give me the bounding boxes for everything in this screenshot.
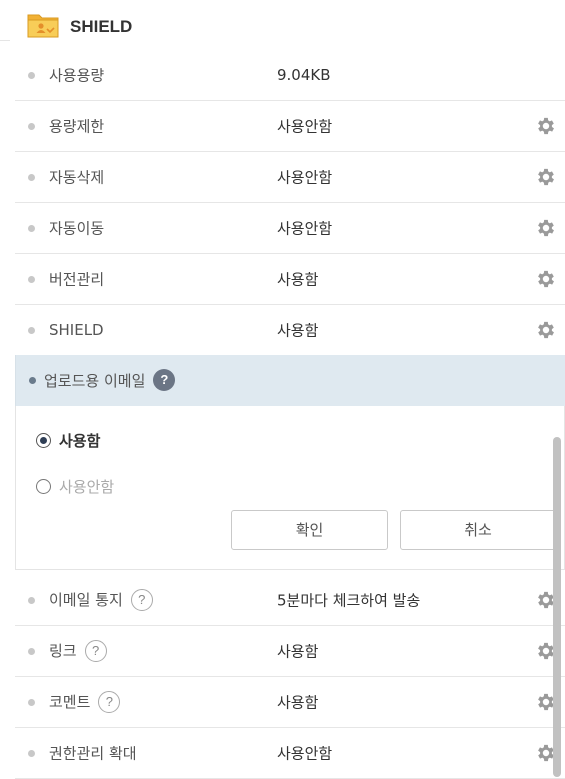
bullet-dot	[28, 71, 35, 79]
top-row-4: 버전관리 사용함	[15, 253, 565, 305]
setting-label: 링크?	[49, 639, 107, 662]
radio-unselected-icon[interactable]	[36, 479, 51, 494]
setting-value: 사용안함	[277, 744, 333, 762]
setting-value: 사용안함	[277, 117, 333, 135]
setting-label-text: 자동이동	[49, 219, 105, 237]
setting-label-text: 사용용량	[49, 66, 105, 84]
gear-icon[interactable]	[535, 268, 557, 290]
setting-value: 사용함	[277, 270, 319, 288]
radio-not-use[interactable]: 사용안함	[36, 476, 114, 497]
confirm-button[interactable]: 확인	[231, 510, 388, 550]
folder-user-icon	[27, 14, 59, 38]
top-row-0: 사용용량 9.04KB	[15, 49, 565, 101]
bullet-dot	[28, 275, 35, 283]
help-icon[interactable]: ?	[84, 639, 107, 662]
help-icon[interactable]: ?	[130, 588, 153, 611]
gear-icon[interactable]	[535, 166, 557, 188]
setting-label: SHIELD	[49, 321, 104, 339]
divider	[0, 40, 10, 41]
bullet-dot	[28, 749, 35, 757]
bottom-row-2: 코멘트? 사용함	[15, 676, 565, 728]
setting-label-text: 권한관리 확대	[49, 744, 137, 762]
top-row-1: 용량제한 사용안함	[15, 100, 565, 152]
setting-value: 사용함	[277, 321, 319, 339]
scrollbar-thumb[interactable]	[553, 437, 561, 777]
setting-value: 사용함	[277, 693, 319, 711]
setting-label: 자동삭제	[49, 166, 104, 187]
top-row-2: 자동삭제 사용안함	[15, 151, 565, 203]
bullet-dot	[28, 326, 35, 334]
radio-not-use-label: 사용안함	[59, 478, 115, 496]
cancel-button[interactable]: 취소	[400, 510, 556, 550]
setting-label-text: 용량제한	[49, 117, 105, 135]
setting-value: 사용함	[277, 642, 319, 660]
setting-label-text: SHIELD	[49, 320, 104, 339]
bullet-dot	[28, 698, 35, 706]
setting-value: 사용안함	[277, 168, 333, 186]
setting-value: 5분마다 체크하여 발송	[277, 591, 421, 609]
setting-value: 9.04KB	[277, 65, 331, 84]
bullet-dot	[28, 122, 35, 130]
upload-email-label: 업로드용 이메일 ?	[44, 369, 176, 391]
help-icon[interactable]: ?	[153, 369, 176, 391]
setting-label: 권한관리 확대	[49, 742, 137, 763]
setting-label: 자동이동	[49, 217, 104, 238]
setting-label: 버전관리	[49, 268, 104, 289]
setting-value: 사용안함	[277, 219, 333, 237]
folder-title: SHIELD	[70, 17, 133, 36]
gear-icon[interactable]	[535, 319, 557, 341]
setting-label-text: 이메일 통지	[49, 591, 123, 609]
bullet-dot	[28, 647, 35, 655]
bottom-row-3: 권한관리 확대 사용안함	[15, 727, 565, 779]
setting-label: 코멘트?	[49, 690, 121, 713]
setting-label: 사용용량	[49, 64, 104, 85]
setting-label-text: 링크	[49, 642, 77, 660]
bullet-dot	[28, 596, 35, 604]
bullet-dot	[28, 224, 35, 232]
top-row-3: 자동이동 사용안함	[15, 202, 565, 254]
bullet-dot	[29, 377, 36, 384]
bottom-row-1: 링크? 사용함	[15, 625, 565, 677]
gear-icon[interactable]	[535, 217, 557, 239]
setting-label: 용량제한	[49, 115, 104, 136]
setting-label-text: 자동삭제	[49, 168, 105, 186]
help-icon[interactable]: ?	[98, 690, 121, 713]
bullet-dot	[28, 173, 35, 181]
setting-label-text: 코멘트	[49, 693, 91, 711]
setting-label: 이메일 통지?	[49, 588, 153, 611]
upload-email-label-text: 업로드용 이메일	[44, 371, 146, 390]
scrollbar[interactable]	[553, 437, 561, 777]
top-row-5: SHIELD 사용함	[15, 304, 565, 356]
folder-header: SHIELD	[0, 0, 565, 52]
bottom-row-0: 이메일 통지? 5분마다 체크하여 발송	[15, 574, 565, 626]
radio-selected-icon[interactable]	[36, 433, 51, 448]
upload-email-panel: 사용함 사용안함 확인 취소	[15, 406, 565, 570]
upload-email-row[interactable]: 업로드용 이메일 ?	[15, 355, 565, 406]
radio-use[interactable]: 사용함	[36, 430, 100, 451]
setting-label-text: 버전관리	[49, 270, 105, 288]
radio-use-label: 사용함	[59, 432, 101, 450]
gear-icon[interactable]	[535, 115, 557, 137]
